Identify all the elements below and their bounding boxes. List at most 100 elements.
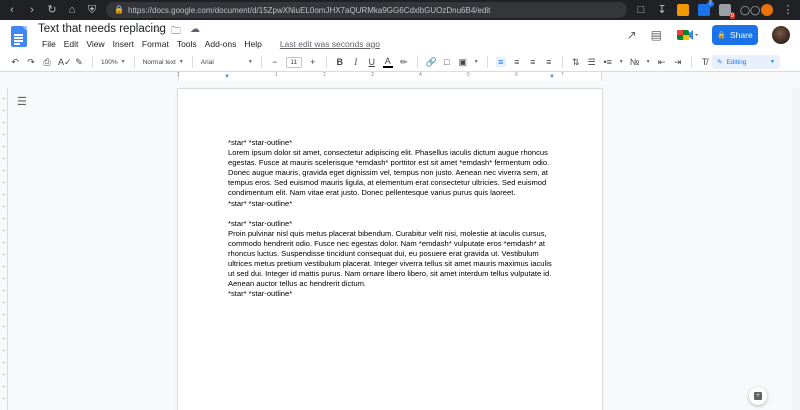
- zoom-select[interactable]: 100% ▼: [101, 59, 126, 66]
- chevron-down-icon[interactable]: ▼: [474, 59, 479, 65]
- undo-icon[interactable]: ↶: [10, 57, 20, 68]
- divider: [561, 56, 563, 68]
- divider: [191, 56, 193, 68]
- extension-orange-icon[interactable]: [761, 4, 773, 16]
- glasses-icon[interactable]: ◯◯: [740, 4, 760, 16]
- add-comment-icon[interactable]: □: [442, 57, 452, 67]
- underline-icon[interactable]: U: [367, 57, 377, 67]
- chevron-down-icon[interactable]: ▼: [619, 59, 624, 65]
- horizontal-ruler[interactable]: 1 ▼ 1 2 3 4 5 6 7 ▼: [177, 72, 602, 81]
- paragraph[interactable]: *star* *star-outline*: [228, 219, 554, 229]
- numbered-list-icon[interactable]: №: [630, 57, 640, 67]
- extension-badge: 7: [706, 1, 714, 7]
- share-button[interactable]: 🔒 Share: [712, 25, 758, 45]
- ruler-number: 3: [371, 72, 374, 78]
- back-icon[interactable]: ‹: [6, 0, 18, 20]
- align-justify-icon[interactable]: ≡: [544, 57, 554, 67]
- menu-addons[interactable]: Add-ons: [201, 39, 241, 49]
- print-icon[interactable]: ⎙: [42, 57, 52, 68]
- line-spacing-icon[interactable]: ⇅: [571, 57, 581, 68]
- document-title[interactable]: Text that needs replacing: [38, 23, 166, 35]
- menu-icon[interactable]: ⋮: [782, 0, 794, 20]
- chevron-down-icon[interactable]: ▼: [646, 59, 651, 65]
- zoom-value: 100%: [101, 58, 118, 66]
- meet-icon[interactable]: [676, 28, 698, 42]
- align-center-icon[interactable]: ≡: [512, 57, 522, 67]
- style-value: Normal text: [142, 58, 176, 66]
- paragraph[interactable]: *star* *star-outline*: [228, 138, 554, 148]
- style-select[interactable]: Normal text ▼: [143, 59, 184, 66]
- chevron-down-icon: ▼: [247, 59, 253, 65]
- bookmark-icon[interactable]: □: [635, 0, 647, 20]
- divider: [133, 56, 135, 68]
- share-label: Share: [730, 30, 753, 40]
- menu-tools[interactable]: Tools: [173, 39, 201, 49]
- menu-help[interactable]: Help: [240, 39, 265, 49]
- divider: [486, 56, 488, 68]
- decrease-indent-icon[interactable]: ⇤: [657, 57, 667, 68]
- decrease-font-size-icon[interactable]: −: [270, 57, 280, 67]
- menu-file[interactable]: File: [38, 39, 60, 49]
- menu-format[interactable]: Format: [138, 39, 173, 49]
- comment-history-icon[interactable]: ▤: [651, 28, 662, 42]
- vertical-ruler[interactable]: [0, 88, 8, 410]
- avatar[interactable]: [772, 26, 790, 44]
- editing-mode-label: Editing: [726, 58, 747, 66]
- paragraph[interactable]: Proin pulvinar nisl quis metus placerat …: [228, 229, 554, 290]
- align-left-icon[interactable]: ≡: [495, 57, 506, 67]
- paragraph[interactable]: Lorem ipsum dolor sit amet, consectetur …: [228, 148, 554, 198]
- ruler-bar: 1 ▼ 1 2 3 4 5 6 7 ▼: [0, 71, 800, 81]
- download-icon[interactable]: ↧: [656, 0, 668, 20]
- vimium-icon[interactable]: [677, 4, 689, 16]
- link-icon[interactable]: 🔗: [426, 57, 437, 68]
- align-right-icon[interactable]: ≡: [528, 57, 538, 67]
- redo-icon[interactable]: ↷: [26, 57, 36, 68]
- chevron-down-icon: ▼: [770, 59, 775, 65]
- ruler-number: 6: [515, 72, 518, 78]
- empty-paragraph[interactable]: [228, 209, 554, 219]
- divider: [416, 56, 418, 68]
- indent-marker-icon[interactable]: ▼: [224, 74, 230, 80]
- document-body[interactable]: *star* *star-outline* Lorem ipsum dolor …: [228, 138, 554, 300]
- insert-image-icon[interactable]: ▣: [458, 57, 468, 68]
- menu-edit[interactable]: Edit: [60, 39, 83, 49]
- font-select[interactable]: Arial ▼: [201, 59, 253, 66]
- extension-blue-icon[interactable]: 7: [698, 1, 714, 16]
- increase-font-size-icon[interactable]: +: [308, 57, 318, 67]
- docs-logo-icon[interactable]: [11, 26, 27, 47]
- divider: [92, 56, 93, 68]
- increase-indent-icon[interactable]: ⇥: [673, 57, 683, 68]
- explore-button[interactable]: +: [749, 387, 767, 405]
- right-indent-marker-icon[interactable]: ▼: [549, 74, 555, 80]
- activity-trend-icon[interactable]: ↗: [627, 28, 637, 42]
- last-edit-link[interactable]: Last edit was seconds ago: [276, 39, 384, 49]
- spellcheck-icon[interactable]: A✓: [58, 57, 72, 68]
- pencil-icon: ✎: [717, 59, 723, 66]
- forward-icon[interactable]: ›: [26, 0, 38, 20]
- italic-icon[interactable]: I: [351, 57, 361, 67]
- clear-formatting-icon[interactable]: T̸: [700, 57, 710, 67]
- shield-icon[interactable]: ⛨: [86, 0, 98, 20]
- bold-icon[interactable]: B: [335, 57, 345, 67]
- bulleted-list-icon[interactable]: •≡: [603, 57, 613, 67]
- font-size-input[interactable]: 11: [285, 56, 302, 68]
- lock-icon[interactable]: 🔒: [114, 0, 124, 20]
- extension-gray-icon[interactable]: 9: [719, 4, 735, 19]
- scrollbar[interactable]: [792, 88, 800, 410]
- paint-format-icon[interactable]: ✎: [74, 57, 84, 68]
- address-bar[interactable]: 🔒 https://docs.google.com/document/d/15Z…: [106, 2, 627, 18]
- paragraph[interactable]: *star* *star-outline*: [228, 289, 554, 299]
- divider: [325, 56, 327, 68]
- document-page[interactable]: *star* *star-outline* Lorem ipsum dolor …: [178, 89, 602, 410]
- reload-icon[interactable]: ↻: [46, 0, 58, 20]
- menu-bar: File Edit View Insert Format Tools Add-o…: [38, 39, 384, 49]
- checklist-icon[interactable]: ☰: [587, 57, 597, 68]
- menu-view[interactable]: View: [82, 39, 108, 49]
- document-outline-icon[interactable]: ☰: [17, 95, 27, 108]
- highlight-icon[interactable]: ✏: [399, 57, 409, 68]
- home-icon[interactable]: ⌂: [66, 0, 78, 20]
- editing-mode-select[interactable]: ✎ Editing ▼: [712, 55, 780, 69]
- menu-insert[interactable]: Insert: [109, 39, 138, 49]
- text-color-icon[interactable]: A: [382, 56, 393, 68]
- paragraph[interactable]: *star* *star-outline*: [228, 199, 554, 209]
